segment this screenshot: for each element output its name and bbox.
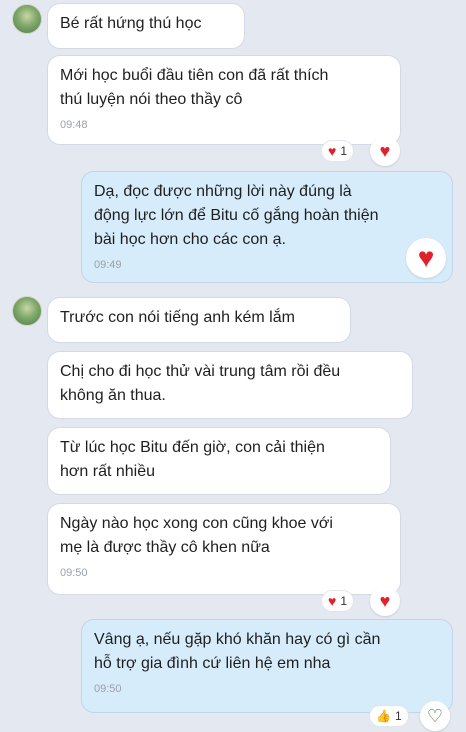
react-button[interactable]: ♥ [370,136,400,166]
heart-icon: ♥ [328,143,337,159]
reaction-summary[interactable]: ♥ 1 [322,141,353,161]
message-text: Dạ, đọc được những lời này đúng là động … [94,183,379,248]
contact-avatar[interactable] [12,4,42,34]
like-outline-icon: ♡ [426,705,444,726]
message-text: Bé rất hứng thú học [60,15,202,32]
reaction-count: 1 [394,709,402,723]
message-text: Chị cho đi học thử vài trung tâm rồi đều… [60,363,341,404]
message-text: Trước con nói tiếng anh kém lắm [60,309,295,326]
heart-icon: ♥ [379,141,391,161]
message-text: Vâng ạ, nếu gặp khó khăn hay có gì cần h… [94,631,381,672]
reaction-summary[interactable]: ♥ 1 [322,591,353,611]
message-text: Từ lúc học Bitu đến giờ, con cải thiện h… [60,439,325,480]
incoming-message[interactable]: Chị cho đi học thử vài trung tâm rồi đều… [48,352,412,418]
message-timestamp: 09:50 [94,683,122,695]
message-timestamp: 09:49 [94,259,122,271]
reaction-summary[interactable]: 👍 1 [370,706,408,726]
react-button[interactable]: ♥ [370,586,400,616]
message-timestamp: 09:50 [60,567,88,579]
incoming-message[interactable]: Ngày nào học xong con cũng khoe với mẹ l… [48,504,400,594]
heart-icon: ♥ [379,591,391,611]
reaction-count: 1 [340,594,347,608]
reaction-count: 1 [340,144,347,158]
outgoing-message[interactable]: Vâng ạ, nếu gặp khó khăn hay có gì cần h… [82,620,452,712]
react-button[interactable]: ♥ [406,238,446,278]
incoming-message[interactable]: Từ lúc học Bitu đến giờ, con cải thiện h… [48,428,390,494]
incoming-message[interactable]: Trước con nói tiếng anh kém lắm [48,298,350,342]
incoming-message[interactable]: Mới học buổi đầu tiên con đã rất thích t… [48,56,400,144]
incoming-message[interactable]: Bé rất hứng thú học [48,4,244,48]
message-text: Mới học buổi đầu tiên con đã rất thích t… [60,67,329,108]
message-text: Ngày nào học xong con cũng khoe với mẹ l… [60,515,333,556]
contact-avatar[interactable] [12,296,42,326]
outgoing-message[interactable]: Dạ, đọc được những lời này đúng là động … [82,172,452,282]
heart-icon: ♥ [417,242,435,273]
message-timestamp: 09:48 [60,119,88,131]
heart-icon: ♥ [328,593,337,609]
like-button[interactable]: ♡ [420,701,450,731]
thumbs-up-icon: 👍 [376,709,391,723]
